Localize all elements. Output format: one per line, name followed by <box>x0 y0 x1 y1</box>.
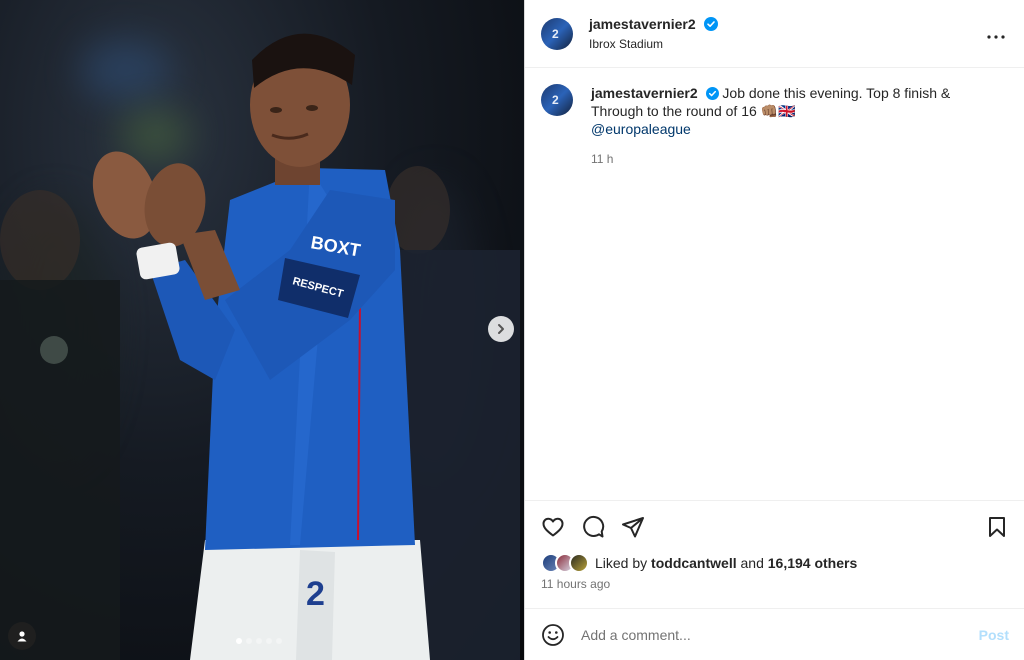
bookmark-icon[interactable] <box>985 515 1009 539</box>
liker-avatar <box>569 553 589 573</box>
player-photo: 2 RESPECT BOXT <box>0 33 520 660</box>
chevron-right-icon <box>498 324 504 334</box>
caption-username[interactable]: jamestavernier2 <box>591 85 698 101</box>
carousel-dot <box>236 638 242 644</box>
carousel-next-button[interactable] <box>488 316 514 342</box>
more-options-button[interactable] <box>984 23 1008 44</box>
liked-by-prefix: Liked by <box>595 555 648 571</box>
liker-avatars <box>541 553 589 573</box>
caption-avatar[interactable] <box>541 84 573 116</box>
author-avatar[interactable] <box>541 17 573 50</box>
heart-icon[interactable] <box>541 515 565 539</box>
post-location[interactable]: Ibrox Stadium <box>589 37 984 51</box>
carousel-dot <box>246 638 252 644</box>
verified-badge-icon <box>705 87 719 100</box>
comment-composer: Post <box>525 608 1024 660</box>
carousel-dot <box>276 638 282 644</box>
author-username[interactable]: jamestavernier2 <box>589 16 696 32</box>
author-meta: jamestavernier2 Ibrox Stadium <box>589 16 984 51</box>
carousel-indicator <box>236 638 282 644</box>
likes-summary[interactable]: Liked by toddcantwell and 16,194 others <box>525 539 1024 573</box>
post-media[interactable]: 2 RESPECT BOXT <box>0 0 524 660</box>
post-comment-button[interactable]: Post <box>979 627 1009 643</box>
post-details-panel: jamestavernier2 Ibrox Stadium jamestaver… <box>524 0 1024 660</box>
liked-by-others[interactable]: 16,194 others <box>768 555 858 571</box>
post-timestamp[interactable]: 11 hours ago <box>525 573 1024 591</box>
carousel-dot <box>256 638 262 644</box>
svg-text:2: 2 <box>306 575 325 613</box>
more-horizontal-icon <box>987 35 1005 39</box>
post-header: jamestavernier2 Ibrox Stadium <box>525 0 1024 68</box>
liked-by-user[interactable]: toddcantwell <box>651 555 737 571</box>
user-icon <box>17 631 27 642</box>
carousel-dot <box>266 638 272 644</box>
caption-mention-link[interactable]: @europaleague <box>591 121 691 137</box>
liked-by-and: and <box>740 555 764 571</box>
comment-input[interactable] <box>581 626 979 643</box>
emoji-icon[interactable] <box>541 623 565 647</box>
post-actions-section: Liked by toddcantwell and 16,194 others … <box>525 500 1024 608</box>
post-caption: jamestavernier2 Job done this evening. T… <box>525 68 1024 168</box>
share-icon[interactable] <box>621 515 645 539</box>
tagged-users-button[interactable] <box>8 622 36 650</box>
caption-timestamp[interactable]: 11 h <box>591 150 981 168</box>
action-icons-row <box>525 501 1024 539</box>
verified-badge-icon <box>704 17 719 31</box>
comment-icon[interactable] <box>581 515 605 539</box>
